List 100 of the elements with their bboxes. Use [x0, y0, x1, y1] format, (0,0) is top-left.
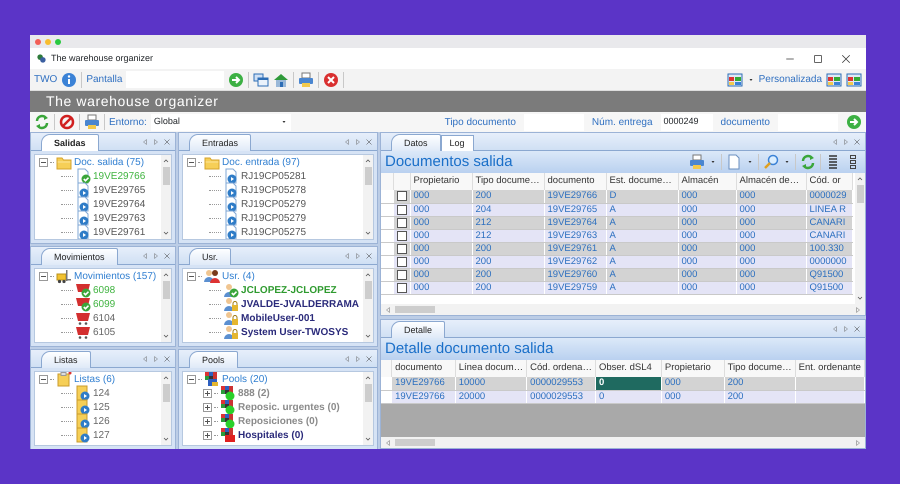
column-header[interactable]: Almacén — [678, 173, 736, 190]
tree-item[interactable]: 6105 — [93, 324, 116, 340]
scroll-left-icon[interactable] — [141, 354, 150, 362]
scroll-down-icon[interactable] — [364, 332, 372, 340]
column-header[interactable]: Tipo docume… — [724, 360, 796, 377]
scroll-left-icon[interactable] — [141, 138, 150, 146]
scrollbar[interactable] — [855, 173, 865, 304]
panel-tab[interactable]: Log — [440, 134, 474, 151]
tree-item[interactable]: Doc. entrada (97) — [222, 155, 300, 170]
scrollbar[interactable] — [363, 269, 373, 342]
checkbox[interactable] — [396, 230, 406, 240]
tree-item[interactable]: Movimientos (157) — [74, 269, 156, 284]
panel-tab[interactable]: Pools — [189, 350, 238, 368]
checkbox[interactable] — [396, 218, 406, 228]
panel-tab[interactable]: Salidas — [41, 134, 99, 151]
scroll-right-icon[interactable] — [854, 438, 862, 446]
tree-item[interactable]: RJ19CP05281 — [241, 168, 306, 184]
scroll-thumb[interactable] — [162, 384, 170, 402]
column-header[interactable]: Obser. dSL4 — [595, 360, 662, 377]
column-header[interactable]: Tipo docume… — [472, 173, 544, 190]
scroll-down-icon[interactable] — [364, 229, 372, 237]
scroll-right-icon[interactable] — [842, 324, 850, 332]
scroll-left-icon[interactable] — [384, 306, 392, 314]
scroll-right-icon[interactable] — [354, 138, 362, 146]
close-icon[interactable] — [365, 138, 373, 146]
tree-item[interactable]: Hospitales (0) — [238, 428, 304, 442]
tree-item[interactable]: JVALDE-JVALDERRAMA — [241, 296, 359, 312]
scroll-down-icon[interactable] — [364, 435, 372, 443]
expand-icon[interactable] — [203, 430, 212, 440]
scroll-left-icon[interactable] — [343, 252, 351, 260]
scroll-left-icon[interactable] — [831, 138, 839, 146]
column-header[interactable]: Cód. ordena… — [526, 360, 596, 377]
document-type-field[interactable] — [524, 114, 584, 130]
panel-tab[interactable]: Listas — [41, 350, 91, 368]
panel-tab[interactable]: Movimientos — [41, 248, 118, 265]
scroll-down-icon[interactable] — [856, 294, 864, 302]
scroll-thumb[interactable] — [162, 167, 170, 185]
tree-item[interactable]: 19VE29761 — [93, 224, 146, 239]
scroll-up-icon[interactable] — [364, 271, 372, 279]
close-icon[interactable] — [365, 354, 373, 362]
scroll-left-icon[interactable] — [343, 138, 351, 146]
go-icon[interactable] — [228, 72, 244, 88]
scroll-up-icon[interactable] — [162, 157, 170, 165]
scroll-up-icon[interactable] — [364, 374, 372, 382]
scroll-thumb[interactable] — [856, 185, 864, 203]
panel-tab[interactable]: Usr. — [189, 248, 232, 265]
expand-icon[interactable] — [203, 402, 212, 412]
tree-item[interactable]: 19VE29765 — [93, 182, 146, 198]
tree-item[interactable]: 124 — [93, 386, 110, 400]
expand-icon[interactable] — [203, 416, 212, 426]
tree-item[interactable]: System User-TWOSYS — [241, 324, 348, 340]
tree-item[interactable]: RJ19CP05279 — [241, 196, 306, 212]
scroll-thumb[interactable] — [395, 306, 435, 313]
layout-icon[interactable] — [826, 72, 842, 88]
column-header[interactable]: Almacén de… — [736, 173, 806, 190]
column-header[interactable]: Línea docum… — [455, 360, 527, 377]
tree-item[interactable]: JCLOPEZ-JCLOPEZ — [241, 282, 337, 298]
printer-icon[interactable] — [84, 114, 100, 130]
scroll-up-icon[interactable] — [856, 175, 864, 183]
refresh-icon[interactable] — [34, 114, 50, 130]
go-icon[interactable] — [846, 114, 862, 130]
collapse-icon[interactable] — [39, 158, 48, 166]
environment-select[interactable]: Global — [150, 114, 291, 130]
app-label[interactable]: TWO — [34, 72, 58, 87]
scroll-right-icon[interactable] — [854, 306, 862, 314]
home-icon[interactable] — [273, 72, 290, 88]
checkbox[interactable] — [396, 191, 406, 202]
tree-item[interactable]: 126 — [93, 414, 110, 428]
cancel-icon[interactable] — [323, 72, 340, 88]
stop-icon[interactable] — [59, 114, 75, 130]
close-icon[interactable] — [840, 52, 852, 64]
scroll-right-icon[interactable] — [354, 354, 362, 362]
collapse-icon[interactable] — [187, 272, 196, 280]
collapse-icon[interactable] — [39, 272, 48, 280]
scroll-right-icon[interactable] — [842, 138, 850, 146]
panel-tab[interactable]: Entradas — [189, 134, 252, 151]
tree-item[interactable]: Doc. salida (75) — [74, 155, 144, 170]
info-icon[interactable] — [61, 72, 78, 88]
close-icon[interactable] — [853, 138, 861, 146]
printer-icon[interactable] — [298, 72, 314, 88]
column-header[interactable]: Cód. or — [806, 173, 852, 190]
panel-tab[interactable]: Detalle — [391, 320, 446, 338]
scroll-left-icon[interactable] — [384, 438, 392, 446]
tree-item[interactable]: Pools (20) — [222, 372, 268, 386]
close-icon[interactable] — [365, 252, 373, 260]
panel-tab[interactable]: Datos — [391, 134, 441, 151]
scrollbar[interactable] — [161, 372, 172, 445]
layout-icon[interactable] — [726, 72, 743, 88]
printer-icon[interactable] — [689, 154, 705, 170]
close-icon[interactable] — [163, 252, 172, 260]
scroll-down-icon[interactable] — [162, 435, 170, 443]
scroll-thumb[interactable] — [364, 281, 372, 299]
windows-icon[interactable] — [253, 72, 270, 88]
scroll-left-icon[interactable] — [831, 324, 839, 332]
scroll-up-icon[interactable] — [162, 271, 170, 279]
column-header[interactable]: Propietario — [410, 173, 472, 190]
column-header[interactable]: documento — [544, 173, 606, 190]
collapse-icon[interactable] — [187, 158, 196, 166]
scroll-down-icon[interactable] — [162, 229, 170, 237]
collapse-icon[interactable] — [39, 374, 48, 384]
